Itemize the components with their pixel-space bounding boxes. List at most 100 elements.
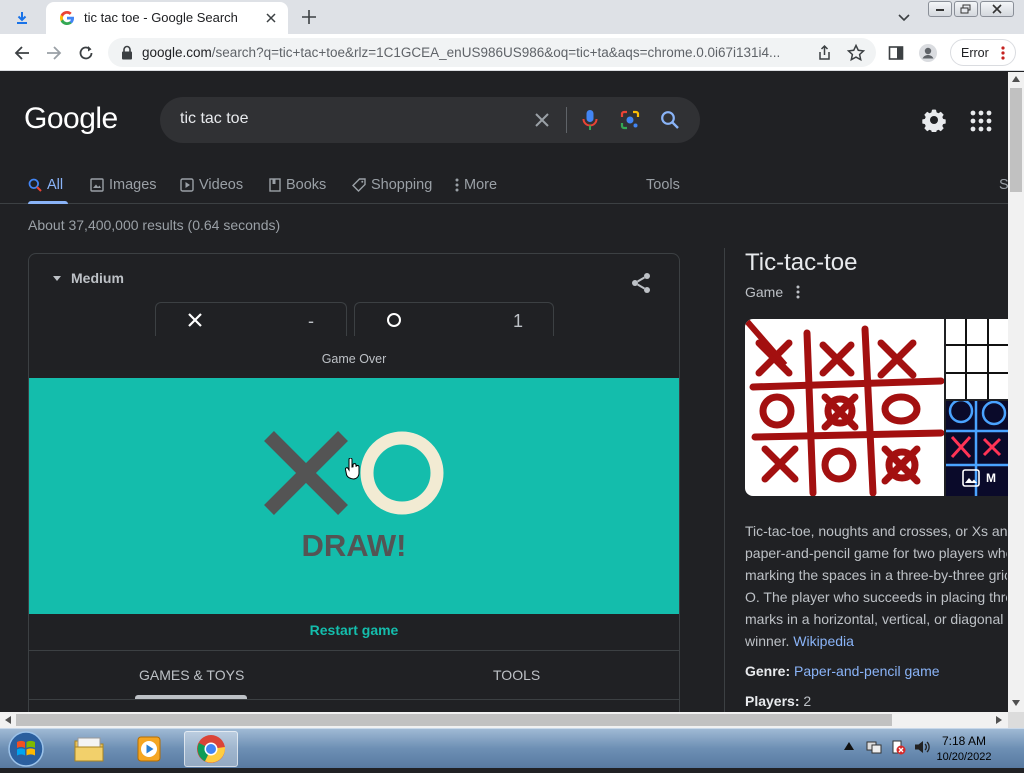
tic-tac-toe-grid-image[interactable] bbox=[946, 319, 1008, 399]
wikipedia-link[interactable]: Wikipedia bbox=[793, 633, 854, 649]
description-line: Tic-tac-toe, noughts and crosses, or Xs … bbox=[745, 523, 1007, 539]
taskbar-clock[interactable]: 7:18 AM 10/20/2022 bbox=[924, 733, 1004, 765]
more-images-label: M bbox=[986, 471, 996, 485]
tab-books-label: Books bbox=[286, 177, 327, 193]
knowledge-panel-description: Tic-tac-toe, noughts and crosses, or Xs … bbox=[745, 520, 1007, 652]
description-line: marking the spaces in a three-by-three g… bbox=[745, 567, 1007, 583]
address-bar[interactable]: google.com/search?q=tic+tac+toe&rlz=1C1G… bbox=[108, 38, 876, 67]
tab-games-and-toys[interactable]: GAMES & TOYS bbox=[139, 667, 244, 683]
scrollbar-corner bbox=[1008, 712, 1024, 728]
game-result: DRAW! bbox=[301, 528, 407, 563]
horizontal-scroll-thumb[interactable] bbox=[16, 714, 892, 726]
tic-tac-toe-game-card: Medium - 1 Game Over DRAW! Restart game … bbox=[28, 253, 680, 712]
reload-icon[interactable] bbox=[74, 41, 98, 65]
clear-search-icon[interactable] bbox=[530, 108, 554, 132]
tab-all[interactable]: All bbox=[28, 173, 63, 197]
genre-fact: Genre: Paper-and-pencil game bbox=[745, 663, 940, 679]
browser-tab[interactable]: tic tac toe - Google Search bbox=[46, 2, 288, 34]
google-logo[interactable]: Google bbox=[24, 102, 118, 136]
active-tab-indicator bbox=[135, 695, 247, 699]
image-icon bbox=[962, 469, 980, 487]
horizontal-scrollbar[interactable] bbox=[0, 712, 1008, 728]
difficulty-dropdown[interactable]: Medium bbox=[53, 270, 124, 286]
more-images-button[interactable]: M bbox=[962, 469, 996, 487]
tab-all-label: All bbox=[47, 177, 64, 193]
settings-gear-icon[interactable] bbox=[922, 108, 946, 132]
search-icon bbox=[28, 178, 42, 192]
scroll-up-icon[interactable] bbox=[1012, 76, 1020, 82]
tab-books[interactable]: Books bbox=[269, 173, 326, 197]
o-mark-icon bbox=[360, 431, 444, 515]
vertical-scroll-thumb[interactable] bbox=[1010, 88, 1022, 192]
microphone-icon[interactable] bbox=[578, 108, 602, 132]
scroll-right-icon[interactable] bbox=[996, 716, 1002, 724]
search-icon[interactable] bbox=[658, 108, 682, 132]
knowledge-panel-subtitle: Game bbox=[745, 284, 784, 300]
google-lens-icon[interactable] bbox=[618, 108, 642, 132]
download-icon[interactable] bbox=[10, 6, 34, 30]
file-explorer-icon[interactable] bbox=[62, 731, 116, 767]
close-window-icon[interactable] bbox=[980, 1, 1014, 17]
bookmark-star-icon[interactable] bbox=[846, 43, 866, 63]
tab-shopping[interactable]: Shopping bbox=[352, 173, 432, 197]
profile-error-button[interactable]: Error bbox=[950, 39, 1016, 66]
caret-down-icon bbox=[53, 275, 61, 281]
chevron-down-icon[interactable] bbox=[894, 8, 914, 28]
vertical-scrollbar[interactable] bbox=[1008, 72, 1024, 712]
tab-strip: tic tac toe - Google Search bbox=[0, 0, 1024, 34]
tab-cut-off[interactable]: S bbox=[999, 173, 1008, 197]
tab-tools[interactable]: TOOLS bbox=[493, 667, 540, 683]
start-button[interactable] bbox=[6, 730, 46, 768]
description-last-line: winner. Wikipedia bbox=[745, 633, 854, 649]
tab-shopping-label: Shopping bbox=[371, 177, 433, 193]
back-arrow-icon[interactable] bbox=[10, 41, 34, 65]
network-icon[interactable] bbox=[866, 739, 882, 755]
side-panel-icon[interactable] bbox=[884, 41, 908, 65]
score-o-value: 1 bbox=[513, 311, 524, 331]
search-query[interactable]: tic tac toe bbox=[180, 110, 248, 128]
error-label: Error bbox=[961, 46, 989, 60]
play-icon bbox=[180, 178, 194, 192]
minimize-window-icon[interactable] bbox=[928, 1, 952, 17]
show-hidden-icons[interactable] bbox=[844, 742, 854, 750]
scroll-left-icon[interactable] bbox=[5, 716, 11, 724]
search-results-page: Google tic tac toe All Images Videos Boo… bbox=[0, 72, 1008, 712]
forward-arrow-icon[interactable] bbox=[42, 41, 66, 65]
game-board[interactable]: DRAW! bbox=[29, 378, 679, 614]
tab-images[interactable]: Images bbox=[90, 173, 157, 197]
restart-game-button[interactable]: Restart game bbox=[29, 622, 679, 638]
kebab-menu-icon[interactable] bbox=[795, 284, 801, 300]
share-icon[interactable] bbox=[629, 271, 653, 295]
difficulty-label: Medium bbox=[71, 270, 124, 286]
windows-taskbar: 7:18 AM 10/20/2022 bbox=[0, 728, 1024, 768]
close-tab-icon[interactable] bbox=[262, 9, 280, 27]
profile-avatar-icon[interactable] bbox=[916, 41, 940, 65]
share-page-icon[interactable] bbox=[814, 43, 834, 63]
score-o-box: 1 bbox=[354, 302, 554, 336]
players-fact: Players: 2 bbox=[745, 693, 811, 709]
new-tab-icon[interactable] bbox=[298, 6, 320, 28]
book-icon bbox=[269, 178, 281, 192]
action-center-icon[interactable] bbox=[890, 739, 906, 755]
tab-videos[interactable]: Videos bbox=[180, 173, 243, 197]
genre-link[interactable]: Paper-and-pencil game bbox=[794, 663, 940, 679]
restore-window-icon[interactable] bbox=[954, 1, 978, 17]
description-line: O. The player who succeeds in placing th… bbox=[745, 589, 1007, 605]
tag-icon bbox=[352, 178, 366, 192]
media-player-icon[interactable] bbox=[122, 731, 176, 767]
tab-more[interactable]: More bbox=[455, 173, 497, 197]
tab-cut-off-label: S bbox=[999, 177, 1008, 193]
tab-videos-label: Videos bbox=[199, 177, 244, 193]
tools-label: Tools bbox=[646, 177, 680, 193]
google-apps-icon[interactable] bbox=[970, 110, 992, 132]
games-tools-tabs: GAMES & TOYS TOOLS bbox=[29, 650, 679, 700]
tools-button[interactable]: Tools bbox=[646, 173, 680, 197]
scroll-down-icon[interactable] bbox=[1012, 700, 1020, 706]
knowledge-panel-title: Tic-tac-toe bbox=[745, 249, 858, 276]
tic-tac-toe-drawing-image[interactable] bbox=[745, 319, 944, 496]
search-box[interactable]: tic tac toe bbox=[160, 97, 700, 143]
url-text: google.com/search?q=tic+tac+toe&rlz=1C1G… bbox=[142, 45, 781, 60]
o-mark-icon bbox=[387, 313, 401, 327]
lock-icon bbox=[122, 45, 132, 60]
chrome-taskbar-icon[interactable] bbox=[184, 731, 238, 767]
